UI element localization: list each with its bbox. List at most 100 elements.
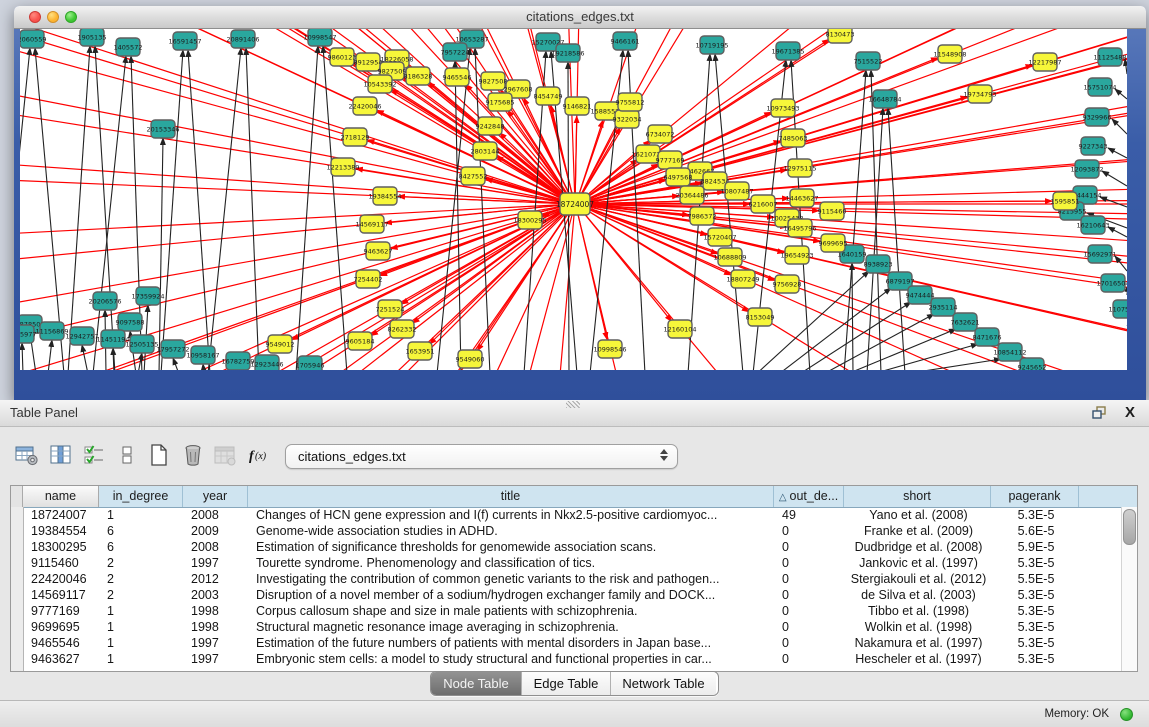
cell-year: 1997 xyxy=(184,651,249,667)
cell-pagerank: 5.3E-5 xyxy=(992,619,1080,635)
graph-node-label: 11156869 xyxy=(35,328,68,336)
graph-node-label: 19654923 xyxy=(780,252,813,260)
graph-node-label: 8427552 xyxy=(459,173,488,181)
cell-pagerank: 5.5E-5 xyxy=(992,571,1080,587)
tab-network-table[interactable]: Network Table xyxy=(610,672,716,695)
table-row[interactable]: 977716911998Corpus callosum shape and si… xyxy=(24,603,1122,619)
cell-year: 2008 xyxy=(184,507,249,523)
new-table-icon[interactable] xyxy=(144,441,174,471)
node-table: namein_degreeyeartitle△out_de...shortpag… xyxy=(10,485,1138,672)
cell-out_de: 0 xyxy=(775,603,845,619)
graph-node-label: 20364486 xyxy=(675,192,708,200)
cell-in_degree: 2 xyxy=(100,587,184,603)
cell-year: 1998 xyxy=(184,619,249,635)
tab-node-table[interactable]: Node Table xyxy=(431,672,521,695)
close-button[interactable] xyxy=(29,11,41,23)
row-check-icon[interactable] xyxy=(80,441,110,471)
table-row[interactable]: 1830029562008Estimation of significance … xyxy=(24,539,1122,555)
zoom-button[interactable] xyxy=(65,11,77,23)
graph-node-label: 3915977 xyxy=(20,331,36,339)
graph-node-label: 20891406 xyxy=(226,36,259,44)
table-row[interactable]: 946362711997Embryonic stem cells: a mode… xyxy=(24,651,1122,667)
graph-node-label: 9549012 xyxy=(266,341,295,349)
citation-edge xyxy=(575,116,577,196)
graph-node-label: 10973493 xyxy=(766,105,799,113)
close-panel-icon[interactable]: X xyxy=(1125,403,1135,423)
header-filler xyxy=(1079,486,1137,507)
citation-edge xyxy=(429,210,567,345)
graph-node-label: 9860123 xyxy=(328,54,357,62)
network-view[interactable]: 2060559190513514055721659145720891406109… xyxy=(20,29,1127,370)
column-header-year[interactable]: year xyxy=(183,486,248,507)
graph-node-label: 17957272 xyxy=(156,346,189,354)
citation-edge xyxy=(20,204,575,272)
table-selector-dropdown[interactable]: citations_edges.txt xyxy=(285,444,678,469)
graph-node-label: 8454749 xyxy=(534,93,563,101)
column-header-pagerank[interactable]: pagerank xyxy=(991,486,1079,507)
citation-edge xyxy=(584,207,1127,370)
window-titlebar[interactable]: citations_edges.txt xyxy=(14,6,1146,29)
cell-title: Corpus callosum shape and size in male p… xyxy=(249,603,775,619)
edge xyxy=(715,54,743,370)
graph-node-label: 12217987 xyxy=(1028,59,1061,67)
edge xyxy=(867,108,883,370)
table-panel-header[interactable]: Table Panel X xyxy=(0,400,1149,427)
cell-title: Changes of HCN gene expression and I(f) … xyxy=(249,507,775,523)
cell-name: 14569117 xyxy=(24,587,100,603)
float-window-icon[interactable] xyxy=(1092,406,1107,420)
column-header-name[interactable]: name xyxy=(23,486,99,507)
edge xyxy=(22,343,23,370)
table-row[interactable]: 2242004622012Investigating the contribut… xyxy=(24,571,1122,587)
select-column-icon[interactable] xyxy=(46,441,76,471)
graph-node-label: 16591457 xyxy=(168,38,201,46)
graph-node-label: 1905135 xyxy=(78,34,107,42)
graph-node-label: 15692971 xyxy=(1083,251,1116,259)
cell-short: Jankovic et al. (1997) xyxy=(845,555,992,571)
column-header-title[interactable]: title xyxy=(248,486,774,507)
table-row[interactable]: 969969511998Structural magnetic resonanc… xyxy=(24,619,1122,635)
delete-table-icon[interactable] xyxy=(178,441,208,471)
table-row[interactable]: 1872400712008Changes of HCN gene express… xyxy=(24,507,1122,523)
cell-name: 19384554 xyxy=(24,523,100,539)
table-settings-icon[interactable] xyxy=(12,441,42,471)
cell-out_de: 0 xyxy=(775,619,845,635)
edge xyxy=(1102,171,1127,186)
edge xyxy=(1100,197,1127,207)
cell-out_de: 0 xyxy=(775,539,845,555)
vertical-scrollbar[interactable] xyxy=(1121,507,1137,671)
cell-year: 2003 xyxy=(184,587,249,603)
graph-node-label: 17359924 xyxy=(131,293,164,301)
column-header-short[interactable]: short xyxy=(844,486,991,507)
table-row[interactable]: 946554611997Estimation of the future num… xyxy=(24,635,1122,651)
graph-node-label: 16648784 xyxy=(868,96,901,104)
graph-node-label: 17016504 xyxy=(1096,280,1127,288)
graph-node-label: 7632621 xyxy=(951,319,980,327)
table-rows: 18724007 1 2008Changes of HCN gene express… xyxy=(24,507,1122,671)
graph-node-label: 12213389 xyxy=(326,164,359,172)
function-builder-icon[interactable]: f (x) xyxy=(244,441,274,471)
table-row[interactable]: 911546021997Tourette syndrome. Phenomeno… xyxy=(24,555,1122,571)
rows-icon[interactable] xyxy=(112,441,142,471)
graph-node-label: 7251524 xyxy=(376,306,405,314)
tab-edge-table[interactable]: Edge Table xyxy=(521,672,610,695)
graph-node-label: 9755812 xyxy=(616,99,645,107)
cell-title: Genome-wide association studies in ADHD. xyxy=(249,523,775,539)
splitter-grip-icon[interactable] xyxy=(566,401,580,408)
cell-out_de: 0 xyxy=(775,571,845,587)
graph-node-label: 10688809 xyxy=(713,254,746,262)
cell-in_degree: 2 xyxy=(100,555,184,571)
cell-out_de: 0 xyxy=(775,651,845,667)
edge xyxy=(1115,89,1127,99)
scrollbar-thumb[interactable] xyxy=(1123,509,1136,545)
cell-in_degree: 1 xyxy=(100,651,184,667)
graph-node-label: 6879197 xyxy=(886,278,915,286)
table-row[interactable]: 1456911722003Disruption of a novel membe… xyxy=(24,587,1122,603)
graph-node-label: 14569117 xyxy=(355,221,388,229)
graph-node-label: 19384554 xyxy=(368,193,401,201)
cell-short: Hescheler et al. (1997) xyxy=(845,651,992,667)
cell-name: 18724007 xyxy=(24,507,100,523)
table-row[interactable]: 1938455462009Genome-wide association stu… xyxy=(24,523,1122,539)
minimize-button[interactable] xyxy=(47,11,59,23)
column-header-in_degree[interactable]: in_degree xyxy=(99,486,183,507)
column-header-out_de[interactable]: △out_de... xyxy=(774,486,844,507)
